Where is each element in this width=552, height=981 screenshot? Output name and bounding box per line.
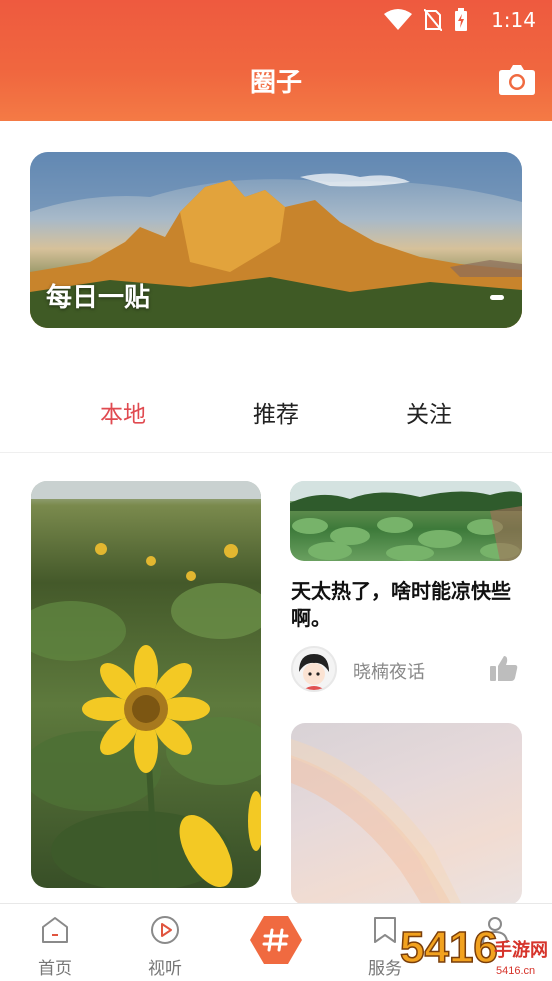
- lotus-pond-image: [290, 481, 522, 561]
- post-author-row: 晓楠夜话: [291, 646, 523, 694]
- watermark-logo: 5416 手游网 5416.cn: [399, 922, 548, 977]
- app-header: 1:14 圈子: [0, 0, 552, 121]
- status-bar: 1:14: [0, 0, 552, 40]
- svg-text:5416.cn: 5416.cn: [496, 965, 535, 977]
- feed-card-sunflower[interactable]: [31, 481, 261, 888]
- thumbs-up-icon[interactable]: [489, 654, 519, 682]
- banner-label: 每日一贴: [46, 283, 151, 313]
- nav-media[interactable]: 视听: [125, 904, 205, 981]
- avatar[interactable]: [291, 646, 337, 692]
- status-icons: [384, 8, 468, 32]
- battery-charging-icon: [455, 8, 467, 31]
- feed-tabs: 本地 推荐 关注: [0, 395, 552, 443]
- daily-post-banner[interactable]: 每日一贴: [30, 152, 522, 328]
- tabs-divider: [0, 452, 552, 453]
- nav-media-label: 视听: [148, 959, 182, 979]
- wifi-icon: [384, 9, 412, 30]
- tab-recommended[interactable]: 推荐: [216, 395, 336, 429]
- tab-local[interactable]: 本地: [63, 395, 183, 429]
- banner-indicator: [490, 295, 504, 300]
- post-image-lotus[interactable]: [290, 481, 522, 561]
- home-icon: [42, 917, 68, 943]
- nav-home[interactable]: 首页: [15, 904, 95, 981]
- nav-home-label: 首页: [38, 959, 72, 979]
- post-title[interactable]: 天太热了，啥时能凉快些啊。: [291, 578, 521, 632]
- bookmark-icon: [374, 917, 396, 943]
- sunflower-image: [31, 481, 261, 888]
- author-name[interactable]: 晓楠夜话: [353, 658, 425, 684]
- avatar-image: [293, 648, 335, 690]
- play-icon: [151, 916, 179, 944]
- svg-text:5416: 5416: [400, 923, 498, 972]
- feed-card-sky[interactable]: [291, 723, 522, 905]
- status-time: 1:14: [491, 8, 536, 32]
- svg-text:手游网: 手游网: [494, 939, 548, 961]
- no-sim-icon: [424, 9, 442, 31]
- camera-icon[interactable]: [498, 62, 536, 96]
- page-title: 圈子: [249, 68, 302, 98]
- hashtag-icon[interactable]: [248, 912, 304, 968]
- tab-following[interactable]: 关注: [369, 395, 489, 429]
- rainbow-sky-image: [291, 739, 463, 905]
